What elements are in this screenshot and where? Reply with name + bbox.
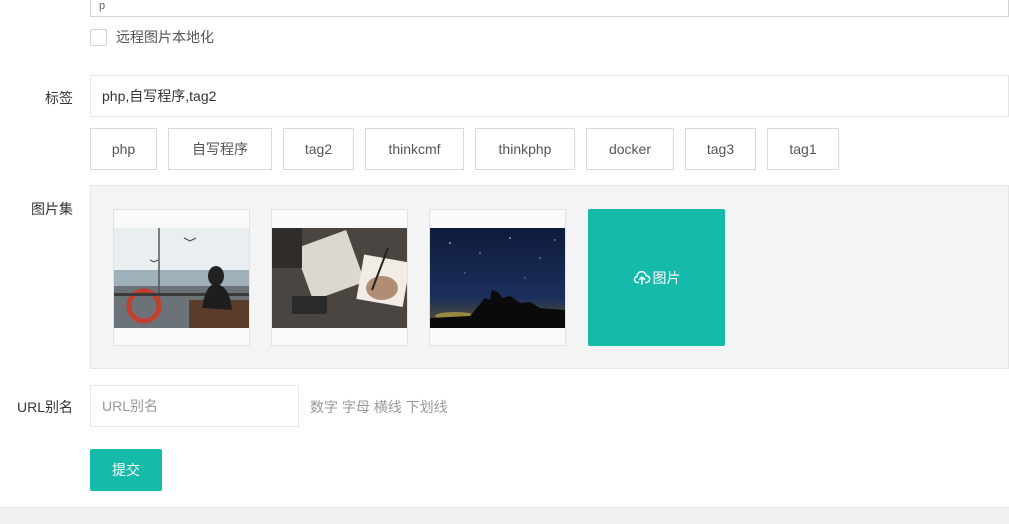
tag-option-thinkcmf[interactable]: thinkcmf (365, 128, 464, 170)
seaside-photo (114, 228, 249, 328)
night-sky-photo (430, 228, 565, 328)
upload-button-label: 图片 (652, 269, 681, 286)
tag-suggestions: php 自写程序 tag2 thinkcmf thinkphp docker t… (90, 128, 839, 170)
gallery-image-seaside[interactable] (113, 209, 250, 346)
tag-option-docker[interactable]: docker (586, 128, 674, 170)
gallery-label: 图片集 (31, 201, 73, 217)
gallery-image-night-sky[interactable] (429, 209, 566, 346)
tags-label: 标签 (45, 90, 73, 106)
url-alias-input[interactable]: URL别名 (90, 385, 299, 427)
desk-photo (272, 228, 407, 328)
tag-option-custom-program[interactable]: 自写程序 (168, 128, 272, 170)
tag-option-tag3[interactable]: tag3 (685, 128, 756, 170)
upload-image-button[interactable]: 图片 (588, 209, 725, 346)
remote-localize-checkbox[interactable] (90, 28, 107, 46)
url-alias-label: URL别名 (16, 399, 73, 415)
tag-option-thinkphp[interactable]: thinkphp (475, 128, 575, 170)
editor-path-text: p (99, 0, 106, 12)
gallery-image-desk[interactable] (271, 209, 408, 346)
article-edit-form: p 远程图片本地化 标签 php,自写程序,tag2 php 自写程序 tag2… (0, 0, 1009, 524)
remote-image-localize-option[interactable]: 远程图片本地化 (90, 28, 214, 46)
tags-input-value: php,自写程序,tag2 (102, 88, 217, 104)
tag-option-php[interactable]: php (90, 128, 157, 170)
footer-bar (0, 507, 1009, 524)
url-alias-hint: 数字 字母 横线 下划线 (310, 399, 448, 415)
submit-button[interactable]: 提交 (90, 449, 162, 491)
tag-option-tag2[interactable]: tag2 (283, 128, 354, 170)
cloud-upload-icon (633, 270, 650, 285)
tag-option-tag1[interactable]: tag1 (767, 128, 839, 170)
tags-input[interactable]: php,自写程序,tag2 (90, 75, 1009, 117)
url-alias-placeholder: URL别名 (102, 398, 159, 414)
image-gallery: 图片 (90, 185, 1009, 369)
editor-status-bar: p (90, 0, 1009, 17)
remote-localize-label: 远程图片本地化 (116, 29, 214, 45)
